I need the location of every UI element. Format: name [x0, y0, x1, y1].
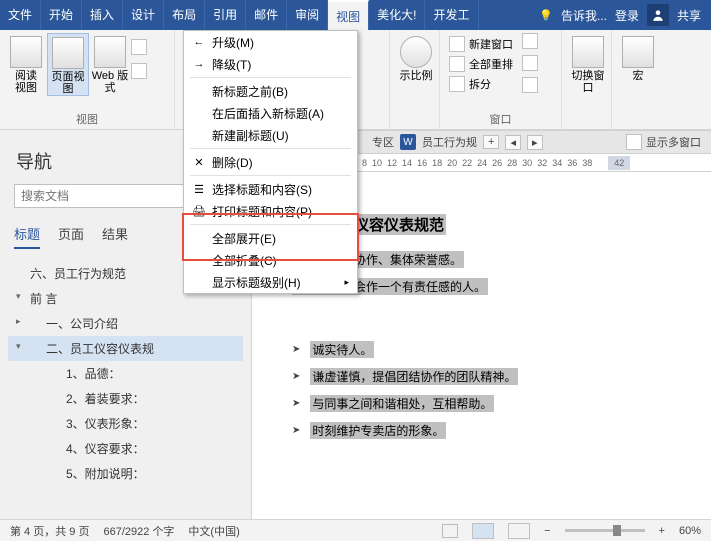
- status-page[interactable]: 第 4 页，共 9 页: [10, 523, 89, 539]
- web-layout-button[interactable]: Web 版式: [89, 33, 131, 96]
- section-label: 专区: [372, 134, 394, 150]
- read-mode-icon[interactable]: [442, 524, 458, 538]
- reading-view-button[interactable]: 阅读 视图: [5, 33, 47, 96]
- tree-item[interactable]: 2、着装要求：: [8, 386, 243, 411]
- tab-design[interactable]: 设计: [123, 0, 164, 30]
- status-words[interactable]: 667/2922 个字: [103, 523, 174, 539]
- prev-tab-button[interactable]: ◂: [505, 135, 521, 150]
- select-icon: ☰: [190, 183, 208, 196]
- menu-show-levels[interactable]: 显示标题级别(H)▸: [184, 271, 357, 293]
- tree-item[interactable]: 3、仪表形象：: [8, 411, 243, 436]
- menu-expand-all[interactable]: 全部展开(E): [184, 227, 357, 249]
- web-layout-view-button[interactable]: [508, 523, 530, 539]
- zoom-value[interactable]: 60%: [679, 525, 701, 537]
- outline-icon[interactable]: [131, 39, 147, 55]
- ribbon-tabs: 文件 开始 插入 设计 布局 引用 邮件 审阅 视图 美化大! 开发工 告诉我.…: [0, 0, 711, 30]
- new-window-icon: [449, 36, 465, 52]
- share-button[interactable]: 共享: [677, 7, 701, 24]
- doc-name[interactable]: 员工行为规: [422, 134, 477, 150]
- tab-home[interactable]: 开始: [41, 0, 82, 30]
- menu-delete[interactable]: ✕删除(D): [184, 151, 357, 173]
- doc-bullet[interactable]: 谦虚谨慎，提倡团结协作的团队精神。: [310, 368, 518, 385]
- draft-icon[interactable]: [131, 63, 147, 79]
- nav-tab-results[interactable]: 结果: [102, 224, 128, 249]
- login-button[interactable]: 登录: [615, 7, 639, 24]
- menu-new-after[interactable]: 在后面插入新标题(A): [184, 102, 357, 124]
- macro-button[interactable]: 宏: [617, 33, 659, 82]
- delete-icon: ✕: [190, 156, 208, 169]
- group-views-label: 视图: [0, 111, 174, 127]
- next-tab-button[interactable]: ▸: [527, 135, 543, 150]
- arrow-left-icon: ←: [190, 36, 208, 48]
- group-window-label: 窗口: [440, 111, 561, 127]
- split-icon: [449, 76, 465, 92]
- menu-collapse-all[interactable]: 全部折叠(C): [184, 249, 357, 271]
- tab-developer[interactable]: 开发工: [425, 0, 478, 30]
- nav-tab-headings[interactable]: 标题: [14, 224, 40, 249]
- new-window-button[interactable]: 新建窗口: [445, 35, 556, 53]
- menu-new-sub[interactable]: 新建副标题(U): [184, 124, 357, 146]
- zoom-slider[interactable]: [565, 529, 645, 532]
- menu-new-before[interactable]: 新标题之前(B): [184, 80, 357, 102]
- tree-item[interactable]: 5、附加说明：: [8, 461, 243, 486]
- reading-view-icon: [10, 36, 42, 68]
- doc-heading[interactable]: 仪容仪表规范: [352, 214, 446, 235]
- switch-window-button[interactable]: 切换窗口: [567, 33, 609, 94]
- arrange-all-button[interactable]: 全部重排: [445, 55, 556, 73]
- tab-layout[interactable]: 布局: [164, 0, 205, 30]
- doc-bullet[interactable]: 时刻维护专卖店的形象。: [310, 422, 446, 439]
- zoom-out-button[interactable]: −: [544, 525, 550, 537]
- doc-bullet[interactable]: 诚实待人。: [310, 341, 374, 358]
- tell-me-label[interactable]: 告诉我...: [561, 7, 607, 24]
- tab-mailings[interactable]: 邮件: [246, 0, 287, 30]
- add-tab-button[interactable]: +: [483, 135, 499, 149]
- doc-bullet[interactable]: 与同事之间和谐相处，互相帮助。: [310, 395, 494, 412]
- zoom-in-button[interactable]: +: [659, 525, 665, 537]
- multi-window-icon[interactable]: [626, 134, 642, 150]
- web-layout-icon: [94, 36, 126, 68]
- tab-view[interactable]: 视图: [328, 0, 369, 30]
- nav-tab-pages[interactable]: 页面: [58, 224, 84, 249]
- tab-insert[interactable]: 插入: [82, 0, 123, 30]
- tree-item[interactable]: 1、品德：: [8, 361, 243, 386]
- tell-me-icon[interactable]: [539, 8, 553, 22]
- status-bar: 第 4 页，共 9 页 667/2922 个字 中文(中国) − + 60%: [0, 519, 711, 541]
- zoom-icon: [400, 36, 432, 68]
- tree-item-selected[interactable]: 二、员工仪容仪表规: [8, 336, 243, 361]
- arrow-right-icon: →: [190, 58, 208, 70]
- arrange-all-icon: [449, 56, 465, 72]
- zoom-thumb[interactable]: [613, 525, 621, 536]
- tree-item[interactable]: 4、仪容要求：: [8, 436, 243, 461]
- menu-demote[interactable]: →降级(T): [184, 53, 357, 75]
- multi-window-label[interactable]: 显示多窗口: [646, 134, 701, 150]
- context-menu: ←升级(M) →降级(T) 新标题之前(B) 在后面插入新标题(A) 新建副标题…: [183, 30, 358, 294]
- menu-select-content[interactable]: ☰选择标题和内容(S): [184, 178, 357, 200]
- print-icon: 🖨: [190, 205, 208, 218]
- macro-icon: [622, 36, 654, 68]
- split-button[interactable]: 拆分: [445, 75, 556, 93]
- tab-review[interactable]: 审阅: [287, 0, 328, 30]
- tree-item[interactable]: 一、公司介绍: [8, 311, 243, 336]
- menu-print-content[interactable]: 🖨打印标题和内容(P): [184, 200, 357, 222]
- reset-position-icon[interactable]: [522, 77, 538, 93]
- print-layout-button[interactable]: 页面视图: [47, 33, 89, 96]
- side-by-side-icon[interactable]: [522, 33, 538, 49]
- print-layout-view-button[interactable]: [472, 523, 494, 539]
- status-lang[interactable]: 中文(中国): [188, 523, 239, 539]
- tab-beautify[interactable]: 美化大!: [369, 0, 425, 30]
- sync-scroll-icon[interactable]: [522, 55, 538, 71]
- tab-file[interactable]: 文件: [0, 0, 41, 30]
- switch-window-icon: [572, 36, 604, 68]
- print-layout-icon: [52, 37, 84, 69]
- menu-promote[interactable]: ←升级(M): [184, 31, 357, 53]
- zoom-button[interactable]: 示比例: [395, 33, 437, 82]
- tab-references[interactable]: 引用: [205, 0, 246, 30]
- word-icon: W: [400, 134, 416, 150]
- user-icon[interactable]: [647, 4, 669, 26]
